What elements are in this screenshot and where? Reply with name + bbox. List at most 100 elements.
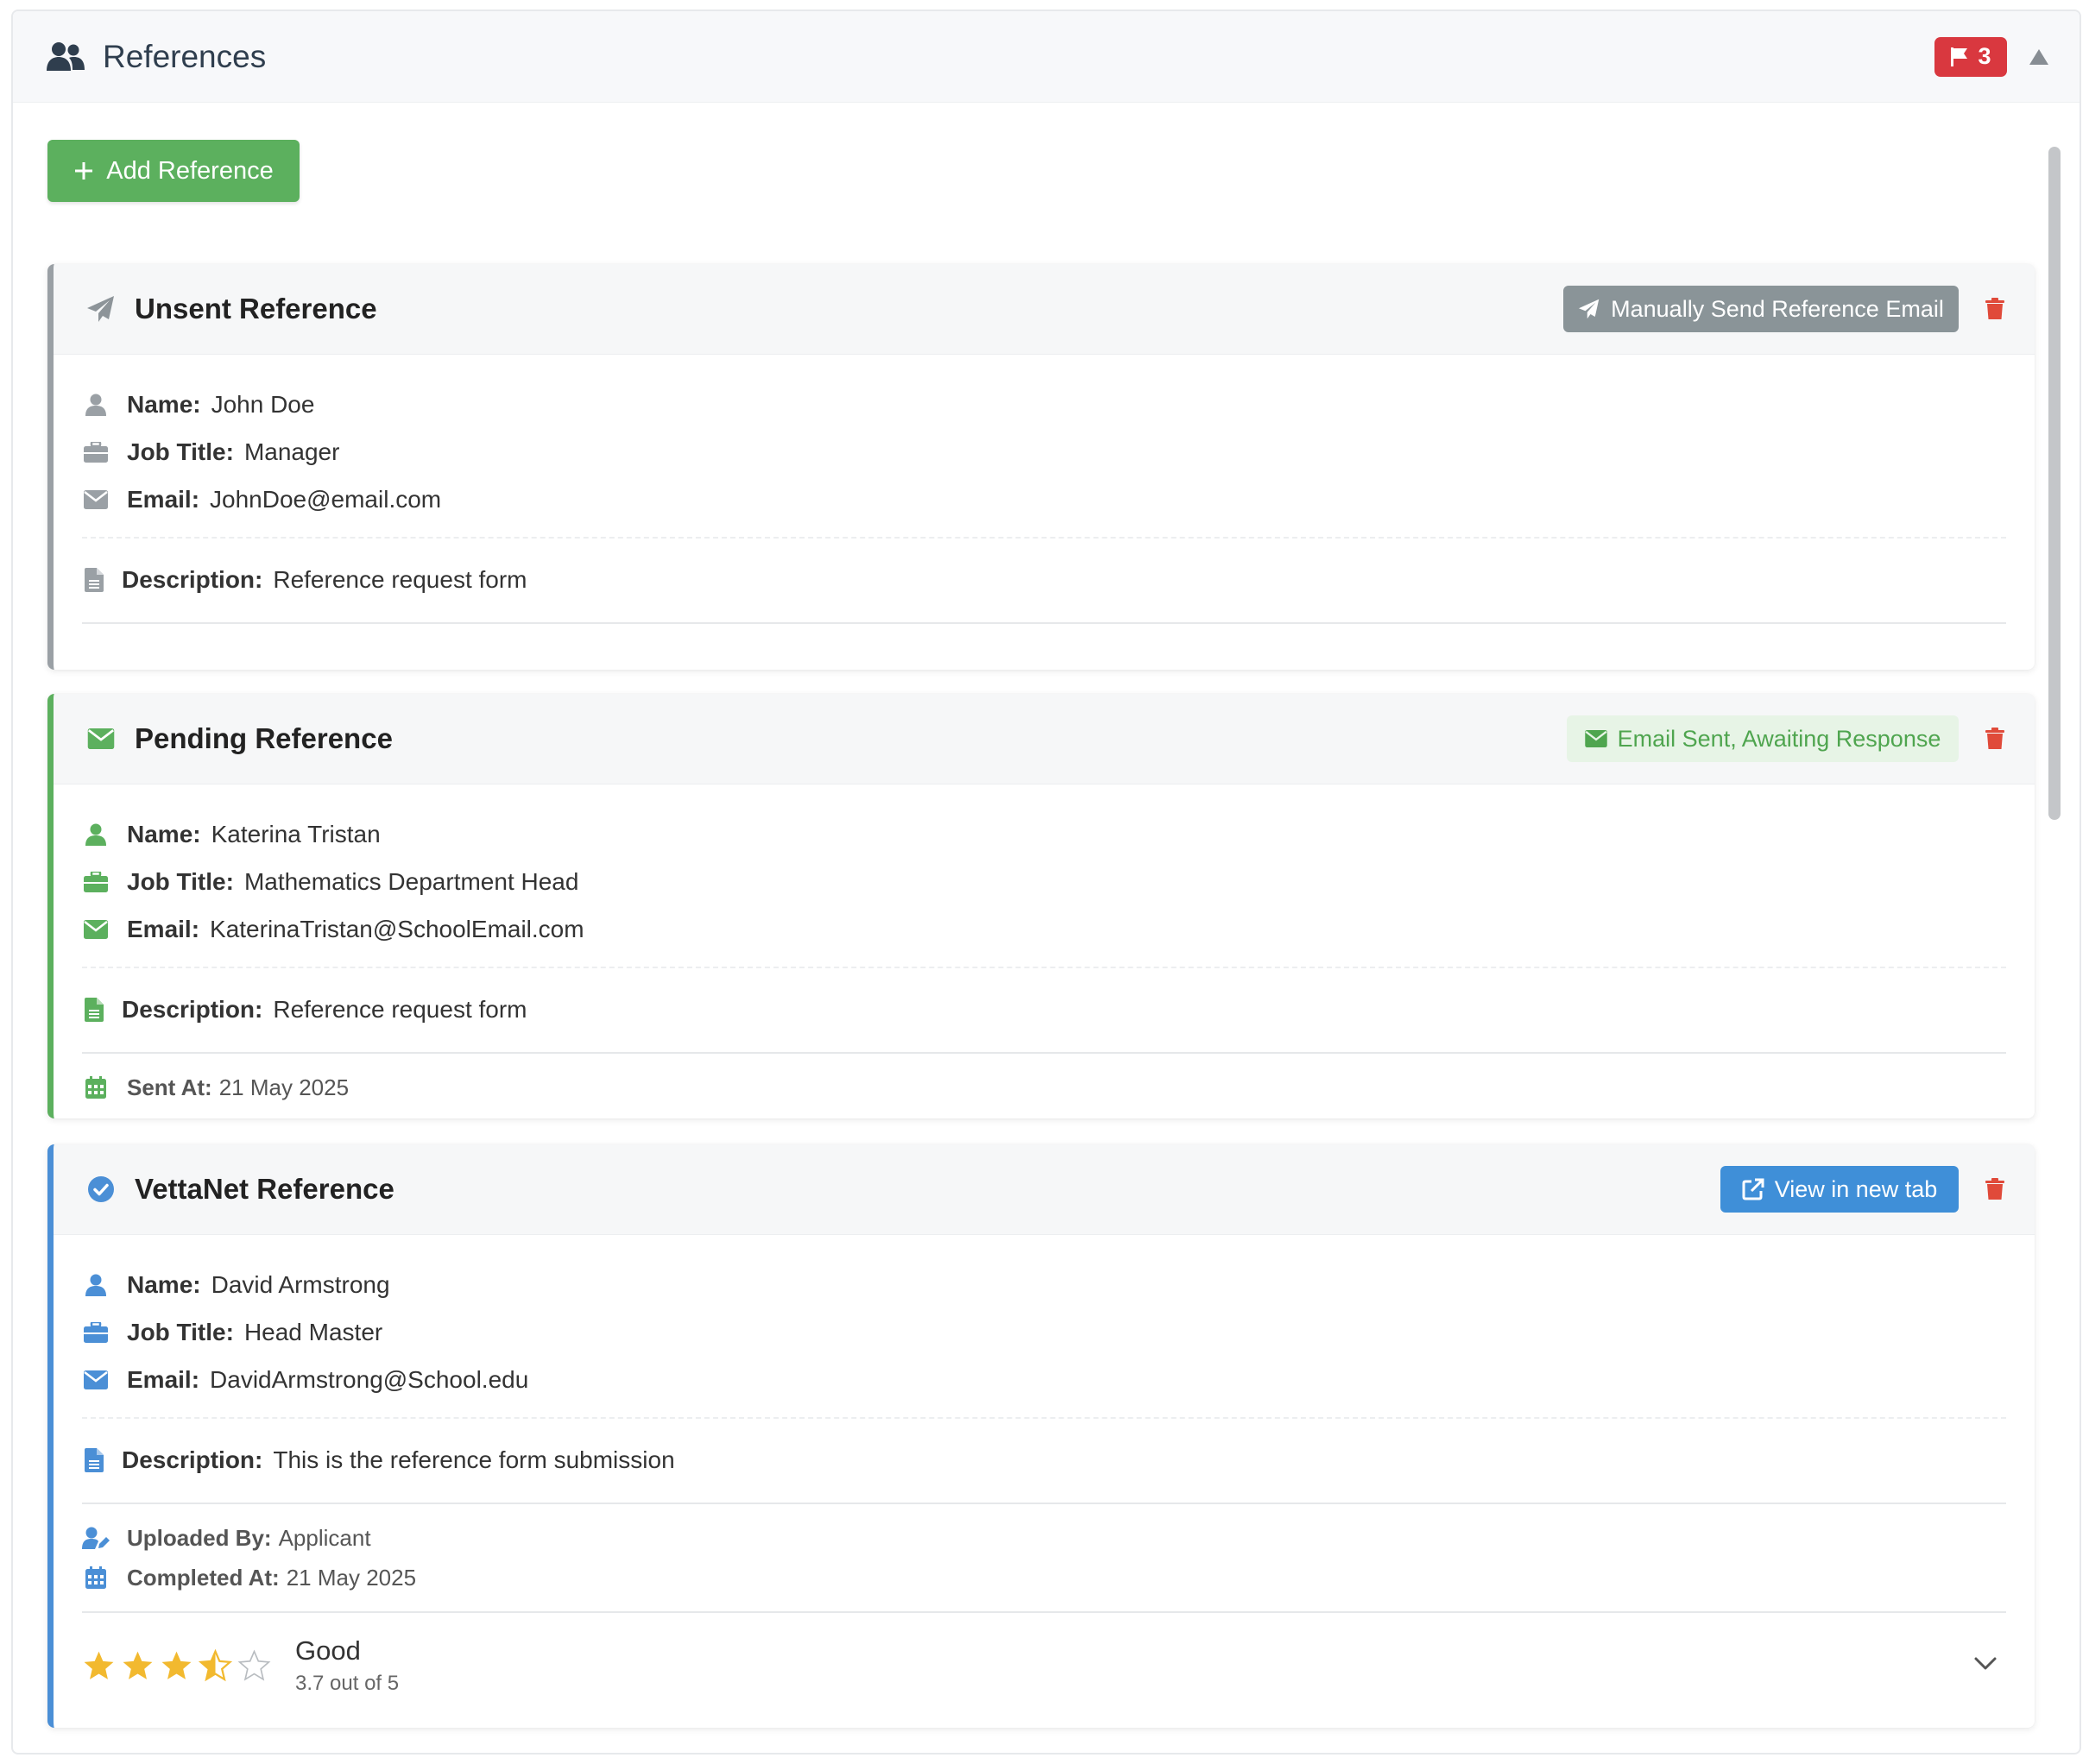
trash-icon[interactable] — [1978, 298, 2012, 320]
briefcase-icon — [82, 440, 110, 464]
name-value: John Doe — [211, 390, 315, 418]
star-full-icon — [84, 1651, 114, 1679]
email-value: JohnDoe@email.com — [210, 485, 442, 513]
name-label: Name: — [127, 820, 201, 847]
name-value: Katerina Tristan — [211, 820, 381, 847]
reference-card-vettanet: VettaNet Reference View in new tab Name:… — [47, 1144, 2035, 1728]
sent-at-label: Sent At: — [127, 1074, 212, 1100]
star-full-icon — [123, 1651, 153, 1679]
description-label: Description: — [122, 1446, 263, 1473]
completed-at-label: Completed At: — [127, 1564, 280, 1591]
card-header: Pending Reference Email Sent, Awaiting R… — [54, 694, 2035, 784]
paper-plane-icon — [1579, 299, 1600, 319]
description-label: Description: — [122, 995, 263, 1023]
card-title: Unsent Reference — [135, 293, 377, 324]
email-value: DavidArmstrong@School.edu — [210, 1365, 529, 1393]
card-body: Name: John Doe Job Title: Manager Email:… — [54, 355, 2035, 624]
name-row: Name: Katerina Tristan — [82, 810, 2006, 858]
chevron-down-icon[interactable] — [1973, 1656, 1997, 1676]
job-title-value: Mathematics Department Head — [243, 867, 579, 895]
panel-header[interactable]: References 3 — [13, 11, 2080, 103]
card-header: Unsent Reference Manually Send Reference… — [54, 264, 2035, 355]
calendar-icon — [82, 1566, 110, 1590]
email-row: Email: KaterinaTristan@SchoolEmail.com — [82, 905, 2006, 953]
manually-send-email-label: Manually Send Reference Email — [1611, 295, 1944, 322]
email-label: Email: — [127, 1365, 200, 1393]
sent-at-row: Sent At: 21 May 2025 — [82, 1068, 2006, 1107]
email-label: Email: — [127, 915, 200, 942]
name-label: Name: — [127, 1270, 201, 1298]
description-value: Reference request form — [273, 565, 527, 593]
job-title-row: Job Title: Head Master — [82, 1308, 2006, 1356]
document-icon — [82, 997, 106, 1022]
job-title-value: Manager — [243, 438, 340, 465]
description-value: This is the reference form submission — [273, 1446, 675, 1473]
uploaded-by-row: Uploaded By: Applicant — [82, 1518, 2006, 1558]
star-half-icon — [199, 1649, 232, 1682]
view-in-new-tab-label: View in new tab — [1774, 1175, 1938, 1202]
user-edit-icon — [82, 1526, 110, 1550]
job-title-label: Job Title: — [127, 1318, 234, 1345]
view-in-new-tab-button[interactable]: View in new tab — [1720, 1166, 1959, 1213]
external-link-icon — [1742, 1178, 1764, 1200]
calendar-icon — [82, 1075, 110, 1099]
email-sent-status-label: Email Sent, Awaiting Response — [1617, 725, 1941, 752]
reference-card-unsent: Unsent Reference Manually Send Reference… — [47, 264, 2035, 670]
envelope-icon — [1584, 730, 1607, 747]
rating-summary[interactable]: Good 3.7 out of 5 — [82, 1613, 2006, 1696]
envelope-icon — [82, 1368, 110, 1392]
manually-send-email-button[interactable]: Manually Send Reference Email — [1563, 286, 1959, 332]
envelope-icon — [82, 488, 110, 512]
document-icon — [82, 567, 106, 592]
briefcase-icon — [82, 870, 110, 894]
email-value: KaterinaTristan@SchoolEmail.com — [210, 915, 584, 942]
flag-icon — [1951, 47, 1968, 66]
description-row: Description: Reference request form — [82, 986, 2006, 1033]
job-title-label: Job Title: — [127, 867, 234, 895]
name-row: Name: John Doe — [82, 381, 2006, 428]
trash-icon[interactable] — [1978, 1178, 2012, 1200]
rating-word: Good — [295, 1635, 361, 1666]
paper-plane-icon — [85, 293, 117, 324]
email-row: Email: DavidArmstrong@School.edu — [82, 1356, 2006, 1403]
add-reference-button[interactable]: Add Reference — [47, 140, 300, 202]
description-value: Reference request form — [273, 995, 527, 1023]
trash-icon[interactable] — [1978, 728, 2012, 750]
envelope-icon — [82, 917, 110, 942]
flag-count-badge[interactable]: 3 — [1934, 36, 2007, 77]
reference-card-pending: Pending Reference Email Sent, Awaiting R… — [47, 694, 2035, 1118]
user-icon — [82, 1273, 110, 1297]
name-label: Name: — [127, 390, 201, 418]
job-title-row: Job Title: Manager — [82, 428, 2006, 476]
email-sent-status-button[interactable]: Email Sent, Awaiting Response — [1567, 715, 1959, 762]
email-label: Email: — [127, 485, 200, 513]
description-row: Description: Reference request form — [82, 556, 2006, 603]
add-reference-label: Add Reference — [106, 156, 274, 185]
description-label: Description: — [122, 565, 263, 593]
job-title-row: Job Title: Mathematics Department Head — [82, 858, 2006, 905]
uploaded-by-label: Uploaded By: — [127, 1524, 272, 1551]
references-panel: References 3 Add Reference Unsent Refere… — [11, 9, 2081, 1755]
scrollbar[interactable] — [2048, 147, 2061, 820]
star-empty-icon — [237, 1649, 271, 1681]
uploaded-by-value: Applicant — [278, 1524, 371, 1551]
card-title: Pending Reference — [135, 722, 393, 754]
envelope-icon — [85, 723, 117, 754]
card-title: VettaNet Reference — [135, 1173, 394, 1205]
star-rating — [82, 1649, 271, 1682]
document-icon — [82, 1447, 106, 1472]
flag-count: 3 — [1978, 43, 1991, 69]
panel-title: References — [103, 38, 267, 74]
email-row: Email: JohnDoe@email.com — [82, 476, 2006, 523]
card-body: Name: David Armstrong Job Title: Head Ma… — [54, 1235, 2035, 1696]
description-row: Description: This is the reference form … — [82, 1436, 2006, 1484]
user-icon — [82, 822, 110, 847]
completed-at-value: 21 May 2025 — [286, 1564, 417, 1591]
completed-at-row: Completed At: 21 May 2025 — [82, 1558, 2006, 1597]
star-full-icon — [161, 1651, 192, 1679]
panel-body: Add Reference Unsent Reference Manually … — [13, 104, 2080, 1753]
collapse-caret-icon[interactable] — [2029, 48, 2048, 65]
rating-score-text: 3.7 out of 5 — [295, 1672, 400, 1695]
user-icon — [82, 393, 110, 417]
name-value: David Armstrong — [211, 1270, 390, 1298]
